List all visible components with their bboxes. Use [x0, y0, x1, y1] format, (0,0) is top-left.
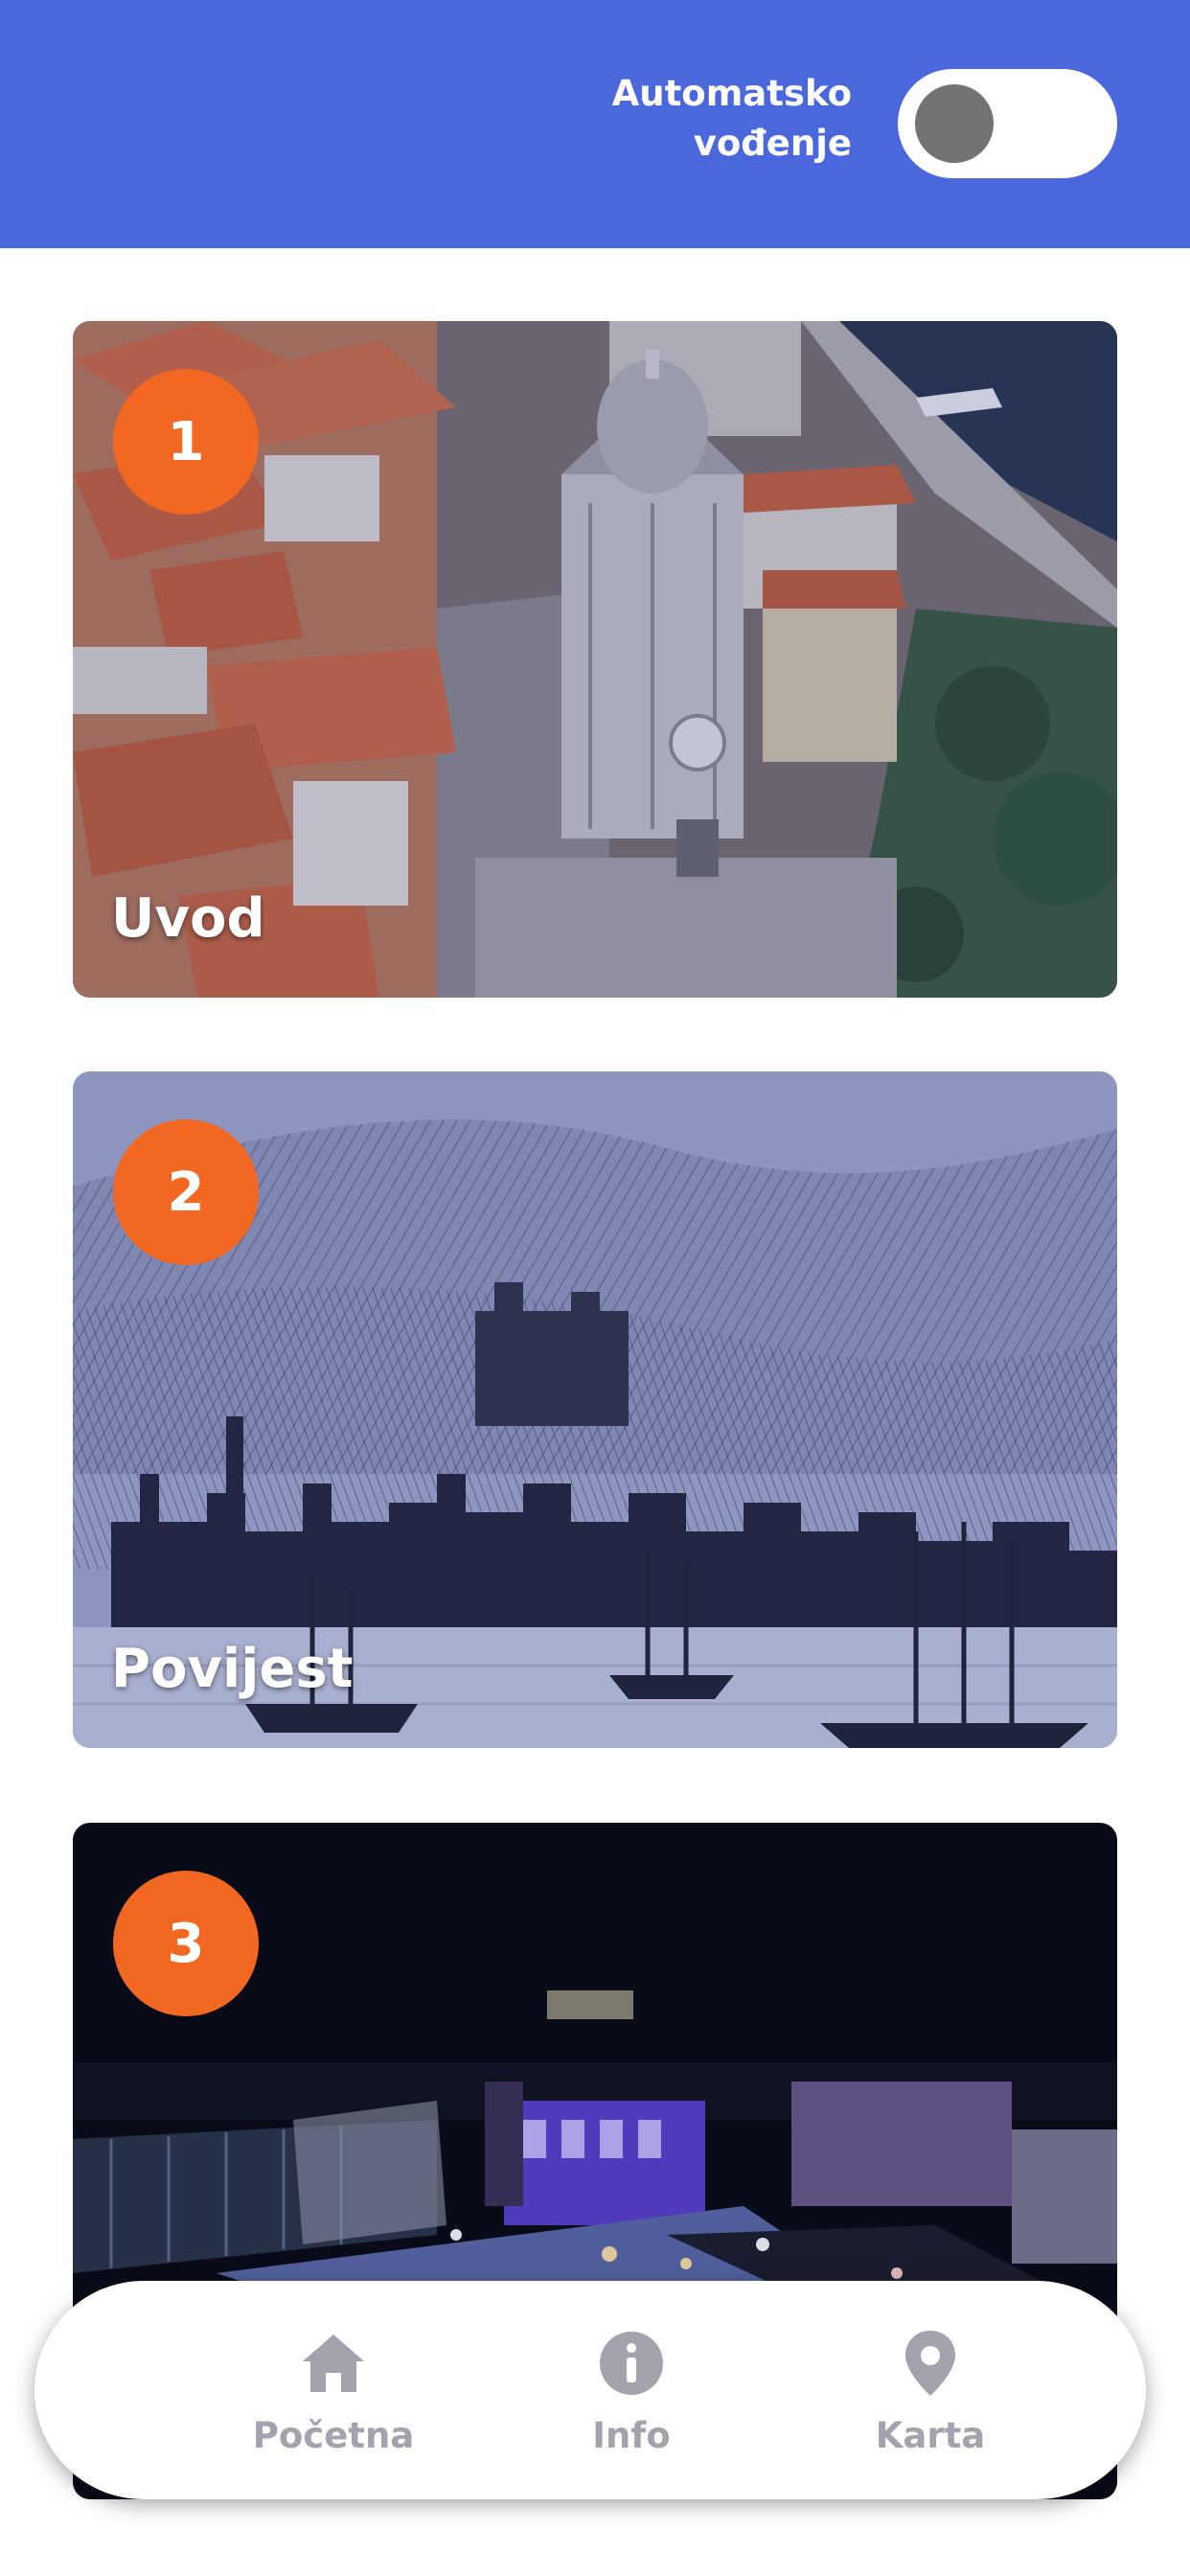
- nav-label-map: Karta: [875, 2415, 986, 2456]
- map-pin-icon: [905, 2331, 955, 2396]
- tour-number-badge: 1: [113, 369, 259, 515]
- nav-item-map[interactable]: Karta: [815, 2281, 1045, 2499]
- nav-item-info[interactable]: Info: [516, 2281, 746, 2499]
- home-icon: [303, 2334, 364, 2392]
- tour-number-badge: 3: [113, 1871, 259, 2016]
- app-screen: Automatsko vođenje 1 Uvod 2 Povijest 3 P…: [0, 0, 1190, 2576]
- nav-label-info: Info: [592, 2415, 671, 2456]
- tour-number-badge: 2: [113, 1119, 259, 1265]
- tour-card-2[interactable]: 2 Povijest: [73, 1071, 1117, 1748]
- auto-guide-label-line1: Automatsko: [611, 73, 852, 114]
- auto-guide-toggle[interactable]: [898, 69, 1117, 178]
- nav-item-home[interactable]: Početna: [218, 2281, 448, 2499]
- info-icon: [600, 2332, 663, 2395]
- bottom-nav: Početna Info Karta: [34, 2281, 1146, 2499]
- tour-title: Povijest: [111, 1638, 354, 1700]
- tour-title: Uvod: [111, 887, 265, 950]
- nav-label-home: Početna: [252, 2415, 415, 2456]
- auto-guide-label-line2: vođenje: [693, 123, 852, 164]
- header-bar: Automatsko vođenje: [0, 0, 1190, 248]
- tour-card-1[interactable]: 1 Uvod: [73, 321, 1117, 998]
- toggle-knob: [915, 84, 994, 163]
- auto-guide-label: Automatsko vođenje: [612, 69, 852, 169]
